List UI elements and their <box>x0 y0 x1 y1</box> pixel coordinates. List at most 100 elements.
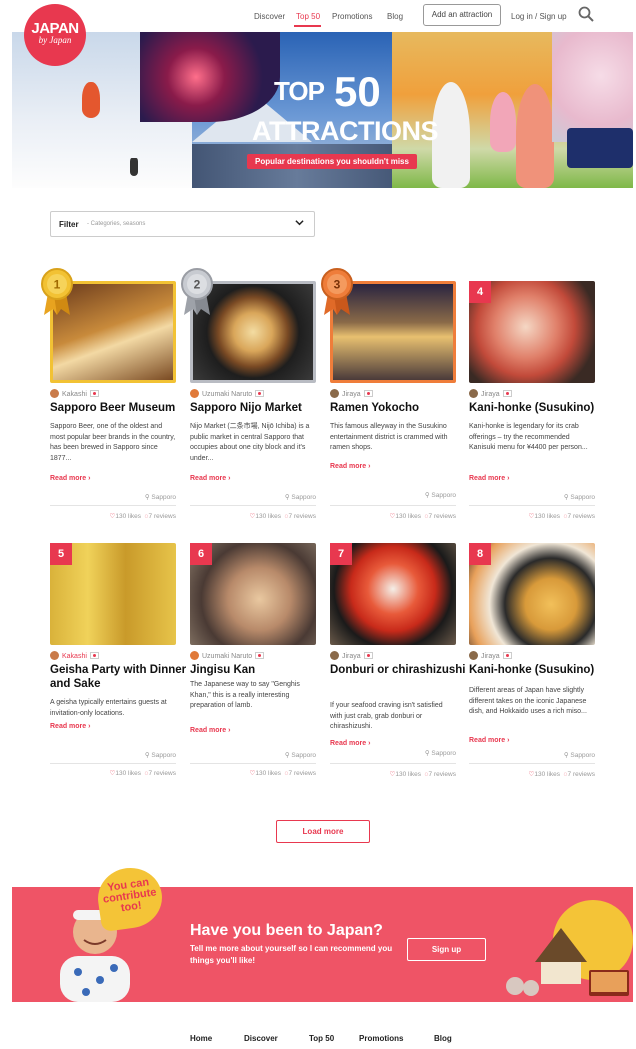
card-divider <box>469 763 595 764</box>
avatar <box>50 389 59 398</box>
card-location: ⚲ Sapporo <box>144 752 176 759</box>
read-more-link[interactable]: Read more › <box>190 727 230 734</box>
hero-title-top: TOP <box>274 76 325 106</box>
hero-title-number: 50 <box>334 68 381 115</box>
card-location: ⚲ Sapporo <box>563 752 595 759</box>
read-more-link[interactable]: Read more › <box>50 475 90 482</box>
card-stats: ♡130 likes ◌7 reviews <box>389 513 456 520</box>
card-divider <box>50 763 176 764</box>
card-title[interactable]: Kani-honke (Susukino) <box>469 401 609 415</box>
logo[interactable]: JAPAN by Japan <box>24 4 86 66</box>
card-description: If your seafood craving isn't satisfied … <box>330 702 443 730</box>
nav-top50[interactable]: Top 50 <box>296 12 320 21</box>
avatar <box>50 651 59 660</box>
read-more-link[interactable]: Read more › <box>50 723 90 730</box>
card-author[interactable]: Kakashi <box>50 651 99 660</box>
japan-flag-icon <box>255 652 265 659</box>
avatar <box>469 651 478 660</box>
author-name: Jiraya <box>342 653 361 660</box>
card-stats: ♡130 likes ◌7 reviews <box>249 770 316 777</box>
card-title[interactable]: Sapporo Beer Museum <box>50 401 190 415</box>
bronze-medal-icon: 3 <box>321 268 353 315</box>
nav-blog[interactable]: Blog <box>387 12 403 21</box>
author-name: Kakashi <box>62 391 87 398</box>
footer-home[interactable]: Home <box>190 1034 212 1043</box>
japan-flag-icon <box>502 390 512 397</box>
hero-banner: TOP 50 ATTRACTIONS Popular destinations … <box>12 32 633 188</box>
avatar <box>190 389 199 398</box>
nav-discover[interactable]: Discover <box>254 12 285 21</box>
rank-number: 2 <box>194 278 201 292</box>
card-title[interactable]: Kani-honke (Susukino) <box>469 663 609 677</box>
footer-discover[interactable]: Discover <box>244 1034 278 1043</box>
rank-badge: 4 <box>469 281 491 303</box>
card-title[interactable]: Donburi or chirashizushi <box>330 663 470 677</box>
card-divider <box>190 505 316 506</box>
add-attraction-button[interactable]: Add an attraction <box>423 4 501 26</box>
japan-flag-icon <box>363 652 373 659</box>
author-name: Jiraya <box>342 391 361 398</box>
rank-badge: 8 <box>469 543 491 565</box>
card-title[interactable]: Ramen Yokocho <box>330 401 470 415</box>
search-icon[interactable] <box>578 6 594 22</box>
card-author[interactable]: Uzumaki Naruto <box>190 389 265 398</box>
load-more-button[interactable]: Load more <box>276 820 370 843</box>
card-author[interactable]: Jiraya <box>469 389 512 398</box>
card-description: This famous alleyway in the Susukino ent… <box>330 423 448 451</box>
card-author[interactable]: Jiraya <box>330 389 373 398</box>
card-location: ⚲ Sapporo <box>284 494 316 501</box>
footer-top50[interactable]: Top 50 <box>309 1034 334 1043</box>
card-divider <box>190 763 316 764</box>
card-location: ⚲ Sapporo <box>144 494 176 501</box>
card-title[interactable]: Geisha Party with Dinner and Sake <box>50 663 190 691</box>
silver-medal-icon: 2 <box>181 268 213 315</box>
nav-active-indicator <box>294 25 321 27</box>
chevron-down-icon <box>295 220 304 226</box>
author-name: Uzumaki Naruto <box>202 391 253 398</box>
rank-badge: 6 <box>190 543 212 565</box>
card-author[interactable]: Uzumaki Naruto <box>190 651 265 660</box>
rank-number: 1 <box>54 278 61 292</box>
card-description: Nijo Market (二条市場, Nijō Ichiba) is a pub… <box>190 423 310 462</box>
author-name: Kakashi <box>62 653 87 660</box>
author-name: Jiraya <box>481 653 500 660</box>
card-description: Sapporo Beer, one of the oldest and most… <box>50 423 176 462</box>
card-location: ⚲ Sapporo <box>424 492 456 499</box>
footer-promotions[interactable]: Promotions <box>359 1034 403 1043</box>
read-more-link[interactable]: Read more › <box>469 737 509 744</box>
signup-button[interactable]: Sign up <box>407 938 486 961</box>
card-stats: ♡130 likes ◌7 reviews <box>528 771 595 778</box>
card-description: Kani-honke is legendary for its crab off… <box>469 423 588 451</box>
card-author[interactable]: Kakashi <box>50 389 99 398</box>
login-link[interactable]: Log in / Sign up <box>511 12 567 21</box>
read-more-link[interactable]: Read more › <box>330 740 370 747</box>
card-divider <box>330 505 456 506</box>
read-more-link[interactable]: Read more › <box>469 475 509 482</box>
read-more-link[interactable]: Read more › <box>190 475 230 482</box>
footer-blog[interactable]: Blog <box>434 1034 452 1043</box>
avatar <box>469 389 478 398</box>
card-title[interactable]: Jingisu Kan <box>190 663 330 677</box>
filter-dropdown[interactable]: Filter - Categories, seasons <box>50 211 315 237</box>
banner-title: Have you been to Japan? <box>190 922 383 939</box>
card-divider <box>469 505 595 506</box>
japan-flag-icon <box>89 652 99 659</box>
avatar <box>330 651 339 660</box>
card-author[interactable]: Jiraya <box>330 651 373 660</box>
read-more-link[interactable]: Read more › <box>330 463 370 470</box>
filter-label: Filter <box>59 220 79 229</box>
card-description: The Japanese way to say "Genghis Khan," … <box>190 681 300 709</box>
hero-sakura <box>552 32 633 142</box>
card-title[interactable]: Sapporo Nijo Market <box>190 401 330 415</box>
gold-medal-icon: 1 <box>41 268 73 315</box>
nav-promotions[interactable]: Promotions <box>332 12 372 21</box>
rank-number: 3 <box>334 278 341 292</box>
card-stats: ♡130 likes ◌7 reviews <box>528 513 595 520</box>
card-stats: ♡130 likes ◌7 reviews <box>249 513 316 520</box>
filter-placeholder: - Categories, seasons <box>87 221 146 227</box>
card-location: ⚲ Sapporo <box>563 494 595 501</box>
logo-text: JAPAN <box>31 20 79 37</box>
card-author[interactable]: Jiraya <box>469 651 512 660</box>
author-name: Jiraya <box>481 391 500 398</box>
house-illustration <box>506 900 633 996</box>
